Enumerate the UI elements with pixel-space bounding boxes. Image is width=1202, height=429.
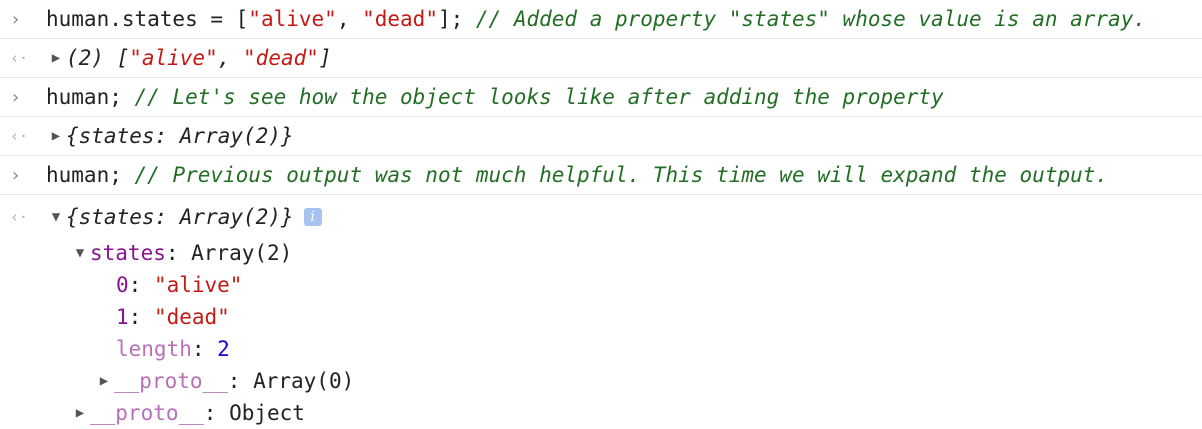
colon: : <box>128 273 154 297</box>
property-value: : Array(0) <box>227 369 355 393</box>
string-literal: "dead" <box>153 305 230 329</box>
separator: , <box>336 7 363 31</box>
tree-node-proto-object[interactable]: ▶ __proto__: Object <box>0 397 1202 429</box>
console-output-line[interactable]: ‹· ▼ {states: Array(2)} i <box>0 195 1202 237</box>
triangle-down-icon[interactable]: ▼ <box>46 209 66 225</box>
property-key: __proto__ <box>114 369 228 393</box>
colon: : <box>191 337 218 361</box>
input-code: human.states = ["alive", "dead"]; // Add… <box>46 7 1146 31</box>
output-preview[interactable]: (2) ["alive", "dead"] <box>66 46 332 70</box>
console-input-line[interactable]: › human.states = ["alive", "dead"]; // A… <box>0 0 1202 39</box>
triangle-down-icon[interactable]: ▼ <box>70 245 90 261</box>
string-literal: "dead" <box>362 7 438 31</box>
property-key: 1 <box>116 305 129 329</box>
chevron-right-icon: › <box>10 86 21 108</box>
triangle-right-icon[interactable]: ▶ <box>46 128 66 144</box>
code-text: human.states = [ <box>46 7 249 31</box>
code-text: human; <box>46 163 135 187</box>
tree-node-states[interactable]: ▼ states: Array(2) <box>0 237 1202 269</box>
console-output-line[interactable]: ‹· ▶ (2) ["alive", "dead"] <box>0 39 1202 78</box>
property-key: 0 <box>116 273 129 297</box>
string-literal: "dead" <box>243 46 319 70</box>
output-preview[interactable]: {states: Array(2)} <box>66 124 294 148</box>
info-icon[interactable]: i <box>303 208 322 226</box>
return-arrow-icon: ‹· <box>10 127 29 145</box>
code-comment: // Previous output was not much helpful.… <box>134 163 1109 187</box>
return-arrow-icon: ‹· <box>10 49 29 67</box>
chevron-right-icon: › <box>10 164 21 186</box>
triangle-right-icon[interactable]: ▶ <box>94 373 114 389</box>
code-text: human; <box>46 85 135 109</box>
array-end: ] <box>318 46 332 70</box>
code-comment: // Let's see how the object looks like a… <box>134 85 944 109</box>
colon: : <box>128 305 154 329</box>
code-end: ]; <box>437 7 476 31</box>
string-literal: "alive" <box>153 273 243 297</box>
triangle-right-icon[interactable]: ▶ <box>70 405 90 421</box>
devtools-console: › human.states = ["alive", "dead"]; // A… <box>0 0 1202 429</box>
number-literal: 2 <box>217 337 230 361</box>
console-input-line[interactable]: › human; // Previous output was not much… <box>0 156 1202 195</box>
input-code: human; // Let's see how the object looks… <box>46 85 944 109</box>
output-preview[interactable]: {states: Array(2)} <box>66 205 294 229</box>
tree-node-proto-array[interactable]: ▶ __proto__: Array(0) <box>0 365 1202 397</box>
return-arrow-icon: ‹· <box>10 208 29 226</box>
tree-node-item[interactable]: 0: "alive" <box>0 269 1202 301</box>
chevron-right-icon: › <box>10 8 21 30</box>
input-code: human; // Previous output was not much h… <box>46 163 1108 187</box>
property-key: length <box>116 337 192 361</box>
property-value: : Array(2) <box>165 241 293 265</box>
string-literal: "alive" <box>248 7 337 31</box>
tree-node-item[interactable]: 1: "dead" <box>0 301 1202 333</box>
code-comment: // Added a property "states" whose value… <box>475 7 1146 31</box>
property-key: states <box>90 241 166 265</box>
property-value: : Object <box>203 401 305 425</box>
separator: , <box>217 46 244 70</box>
console-input-line[interactable]: › human; // Let's see how the object loo… <box>0 78 1202 117</box>
array-prefix: (2) [ <box>66 46 130 70</box>
triangle-right-icon[interactable]: ▶ <box>46 50 66 66</box>
console-output-line[interactable]: ‹· ▶ {states: Array(2)} <box>0 117 1202 156</box>
tree-node-length[interactable]: length: 2 <box>0 333 1202 365</box>
property-key: __proto__ <box>90 401 204 425</box>
string-literal: "alive" <box>129 46 218 70</box>
